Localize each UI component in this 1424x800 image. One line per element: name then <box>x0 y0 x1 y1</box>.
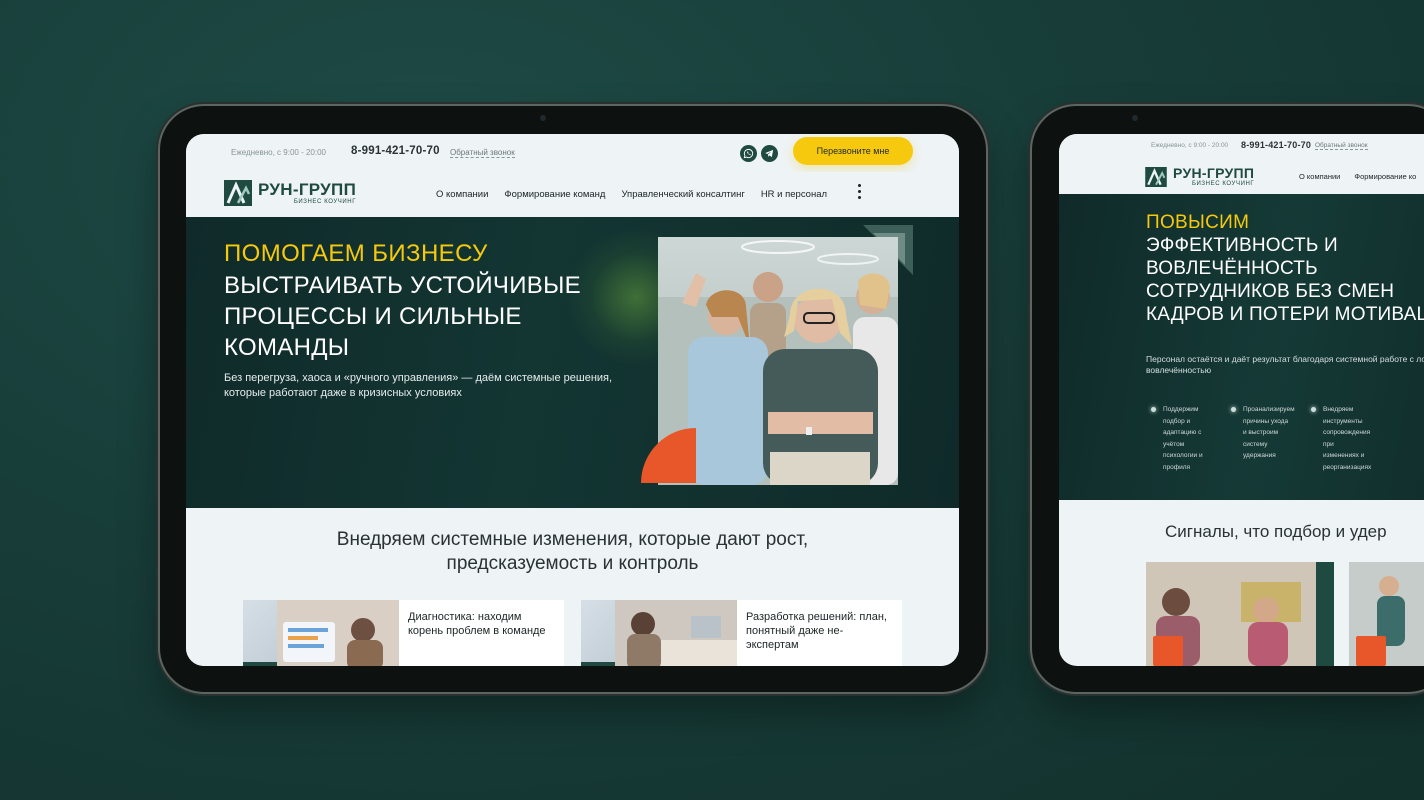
tablet-frame-secondary: Ежедневно, с 9:00 - 20:00 8-991-421-70-7… <box>1032 106 1424 692</box>
main-navigation: РУН-ГРУПП БИЗНЕС КОУЧИНГ О компании Форм… <box>1059 158 1424 194</box>
more-vertical-icon[interactable] <box>858 184 861 199</box>
main-navigation: РУН-ГРУПП БИЗНЕС КОУЧИНГ О компании Форм… <box>186 172 959 217</box>
logo-tagline: БИЗНЕС КОУЧИНГ <box>293 199 357 205</box>
hero-title-highlight: ПОВЫСИМ <box>1146 212 1250 233</box>
logo-name: РУН-ГРУПП <box>1173 165 1255 181</box>
nav-item-consulting[interactable]: Управленческий консалтинг <box>621 189 744 200</box>
telegram-icon[interactable] <box>761 145 778 162</box>
benefit-list: Поддержим подбор и адаптацию с учётом пс… <box>1151 404 1371 473</box>
phone-number[interactable]: 8-991-421-70-70 <box>351 145 440 157</box>
nav-item-team-building[interactable]: Формирование команд <box>504 189 605 200</box>
hero-section: ПОВЫСИМ ЭФФЕКТИВНОСТЬ И ВОВЛЕЧЁННОСТЬ СО… <box>1059 194 1424 500</box>
nav-item-about[interactable]: О компании <box>436 189 488 200</box>
nav-menu: О компании Формирование ко <box>1299 172 1416 181</box>
section-title: Внедряем системные изменения, которые да… <box>246 528 899 576</box>
hero-title: ЭФФЕКТИВНОСТЬ И ВОВЛЕЧЁННОСТЬ СОТРУДНИКО… <box>1146 235 1424 325</box>
hero-description: Персонал остаётся и даёт результат благо… <box>1146 354 1424 375</box>
nav-item-hr[interactable]: HR и персонал <box>761 189 827 200</box>
section-title-line1: Внедряем системные изменения, которые да… <box>336 529 809 550</box>
decor-orange-shape <box>641 428 696 483</box>
services-section: Внедряем системные изменения, которые да… <box>186 508 959 666</box>
hero-section: ПОМОГАЕМ БИЗНЕСУ ВЫСТРАИВАТЬ УСТОЙЧИВЫЕ … <box>186 217 959 508</box>
service-card[interactable]: Разработка решений: план, понятный даже … <box>581 600 902 666</box>
hero-description: Без перегруза, хаоса и «ручного управлен… <box>224 372 613 399</box>
logo-mark-icon <box>224 180 252 206</box>
benefit-item: Внедряем инструменты сопровождения при и… <box>1311 404 1371 473</box>
brand-logo[interactable]: РУН-ГРУПП БИЗНЕС КОУЧИНГ <box>1145 166 1254 187</box>
nav-item-about[interactable]: О компании <box>1299 172 1340 181</box>
phone-number[interactable]: 8-991-421-70-70 <box>1241 140 1311 150</box>
benefit-text: Внедряем инструменты сопровождения при и… <box>1323 406 1372 471</box>
benefit-item: Поддержим подбор и адаптацию с учётом пс… <box>1151 404 1211 473</box>
website-screen-secondary: Ежедневно, с 9:00 - 20:00 8-991-421-70-7… <box>1059 134 1424 666</box>
tablet-frame-main: Ежедневно, с 9:00 - 20:00 8-991-421-70-7… <box>160 106 986 692</box>
card-image <box>581 600 737 666</box>
section-title-line2: предсказуемость и контроль <box>446 553 699 574</box>
website-screen-main: Ежедневно, с 9:00 - 20:00 8-991-421-70-7… <box>186 134 959 666</box>
callback-link[interactable]: Обратный звонок <box>450 148 515 158</box>
hero-title: ВЫСТРАИВАТЬ УСТОЙЧИВЫЕ ПРОЦЕССЫ И СИЛЬНЫ… <box>224 272 581 361</box>
call-me-button[interactable]: Перезвоните мне <box>793 137 913 165</box>
working-hours: Ежедневно, с 9:00 - 20:00 <box>231 148 326 157</box>
whatsapp-icon[interactable] <box>740 145 757 162</box>
nav-menu: О компании Формирование команд Управленч… <box>436 189 827 200</box>
card-image <box>243 600 399 666</box>
brand-logo[interactable]: РУН-ГРУПП БИЗНЕС КОУЧИНГ <box>224 180 356 206</box>
service-card[interactable]: Диагностика: находим корень проблем в ко… <box>243 600 564 666</box>
logo-mark-icon <box>1145 166 1167 187</box>
decor-orange-shape <box>1356 636 1386 666</box>
card-title: Разработка решений: план, понятный даже … <box>746 611 887 651</box>
nav-item-team-building[interactable]: Формирование ко <box>1354 172 1416 181</box>
signal-card[interactable] <box>1146 562 1334 666</box>
section-title: Сигналы, что подбор и удер <box>1165 522 1387 541</box>
bullet-dot-icon <box>1311 407 1316 412</box>
top-bar: Ежедневно, с 9:00 - 20:00 8-991-421-70-7… <box>1059 134 1424 158</box>
signal-card[interactable] <box>1349 562 1424 666</box>
top-bar: Ежедневно, с 9:00 - 20:00 8-991-421-70-7… <box>186 134 959 172</box>
callback-link[interactable]: Обратный звонок <box>1315 142 1368 150</box>
decor-orange-shape <box>1153 636 1183 666</box>
camera-icon <box>1132 115 1138 121</box>
logo-name: РУН-ГРУПП <box>258 180 357 199</box>
working-hours: Ежедневно, с 9:00 - 20:00 <box>1151 142 1229 149</box>
logo-tagline: БИЗНЕС КОУЧИНГ <box>1191 181 1255 187</box>
bullet-dot-icon <box>1151 407 1156 412</box>
card-accent <box>243 662 277 666</box>
benefit-item: Проанализируем причины ухода и выстроим … <box>1231 404 1295 473</box>
benefit-text: Поддержим подбор и адаптацию с учётом пс… <box>1163 406 1203 471</box>
hero-title-highlight: ПОМОГАЕМ БИЗНЕСУ <box>224 240 488 267</box>
hero-photo-block <box>641 225 921 500</box>
benefit-text: Проанализируем причины ухода и выстроим … <box>1243 406 1295 459</box>
bullet-dot-icon <box>1231 407 1236 412</box>
camera-icon <box>540 115 546 121</box>
card-accent <box>581 662 615 666</box>
card-title: Диагностика: находим корень проблем в ко… <box>408 611 546 637</box>
